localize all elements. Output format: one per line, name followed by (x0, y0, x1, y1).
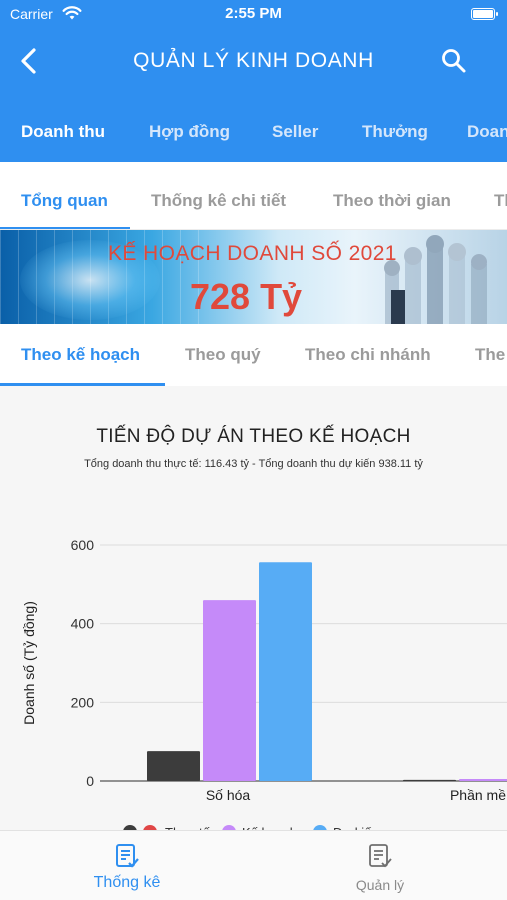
bar-0-0 (147, 751, 200, 781)
y-tick-label: 600 (71, 537, 95, 553)
search-icon[interactable] (439, 46, 469, 76)
battery-icon (471, 8, 498, 20)
bar-1-1 (459, 779, 507, 781)
bottom-tab-bar: Thống kê Quản lý (0, 830, 507, 900)
overview-tab-bar: Tổng quan Thống kê chi tiết Theo thời gi… (0, 162, 507, 230)
tab-thuong[interactable]: Thưởng (362, 122, 428, 142)
chart-panel: TIẾN ĐỘ DỰ ÁN THEO KẾ HOẠCH Tổng doanh t… (0, 386, 507, 830)
y-tick-label: 0 (86, 773, 94, 789)
bottom-tab-manage-label: Quản lý (355, 877, 405, 893)
manage-icon (369, 844, 392, 868)
statistics-icon (116, 844, 139, 868)
main-tab-bar: Doanh thu Hợp đồng Seller Thưởng Doan (0, 94, 507, 162)
plan-tab-bar: Theo kế hoạch Theo quý Theo chi nhánh Th… (0, 324, 507, 386)
x-category-label: Phần mề (450, 787, 506, 803)
tab-doanh-so-partial[interactable]: Doan (467, 122, 507, 142)
y-tick-label: 400 (71, 616, 95, 632)
tab-partial[interactable]: Th (494, 191, 507, 211)
banner-headline: KẾ HOẠCH DOANH SỐ 2021 (108, 242, 397, 265)
page-title: QUẢN LÝ KINH DOANH (133, 49, 374, 72)
bar-chart: 0 200 400 600 Doanh số (Tỷ đồng) Số hóa Phần m… (21, 537, 507, 830)
tab-doanh-thu[interactable]: Doanh thu (21, 122, 105, 142)
bar-2-0 (259, 562, 312, 781)
tab-theo-thoi-gian[interactable]: Theo thời gian (333, 191, 451, 211)
y-axis-title: Doanh số (Tỷ đồng) (21, 601, 37, 725)
tab-seller[interactable]: Seller (272, 122, 318, 142)
tab-tong-quan[interactable]: Tổng quan (21, 191, 108, 211)
status-bar: Carrier 2:55 PM (0, 0, 507, 28)
screen: Carrier 2:55 PM QUẢN LÝ KINH DOANH Doanh… (0, 0, 507, 900)
bar-1-0 (203, 600, 256, 781)
status-time: 2:55 PM (225, 5, 282, 22)
tab-theo-quy[interactable]: Theo quý (185, 345, 261, 365)
x-category-label: Số hóa (206, 787, 251, 803)
tab-hop-dong[interactable]: Hợp đồng (149, 122, 230, 142)
sales-plan-banner: KẾ HOẠCH DOANH SỐ 2021 728 Tỷ (0, 230, 507, 324)
navigation-bar: QUẢN LÝ KINH DOANH (0, 28, 507, 94)
bottom-tab-statistics[interactable]: Thống kê (67, 843, 187, 892)
tab-theo-chi-nhanh[interactable]: Theo chi nhánh (305, 345, 431, 365)
tab-theo-ke-hoach[interactable]: Theo kế hoạch (21, 345, 140, 365)
bottom-tab-statistics-label: Thống kê (93, 874, 161, 891)
banner-amount: 728 Tỷ (190, 276, 303, 317)
y-tick-label: 200 (71, 694, 95, 710)
tab-partial-2[interactable]: The (475, 345, 505, 365)
bar-0-1 (403, 779, 456, 781)
bottom-tab-manage[interactable]: Quản lý (320, 843, 440, 893)
tab-thong-ke-chi-tiet[interactable]: Thống kê chi tiết (151, 191, 286, 211)
